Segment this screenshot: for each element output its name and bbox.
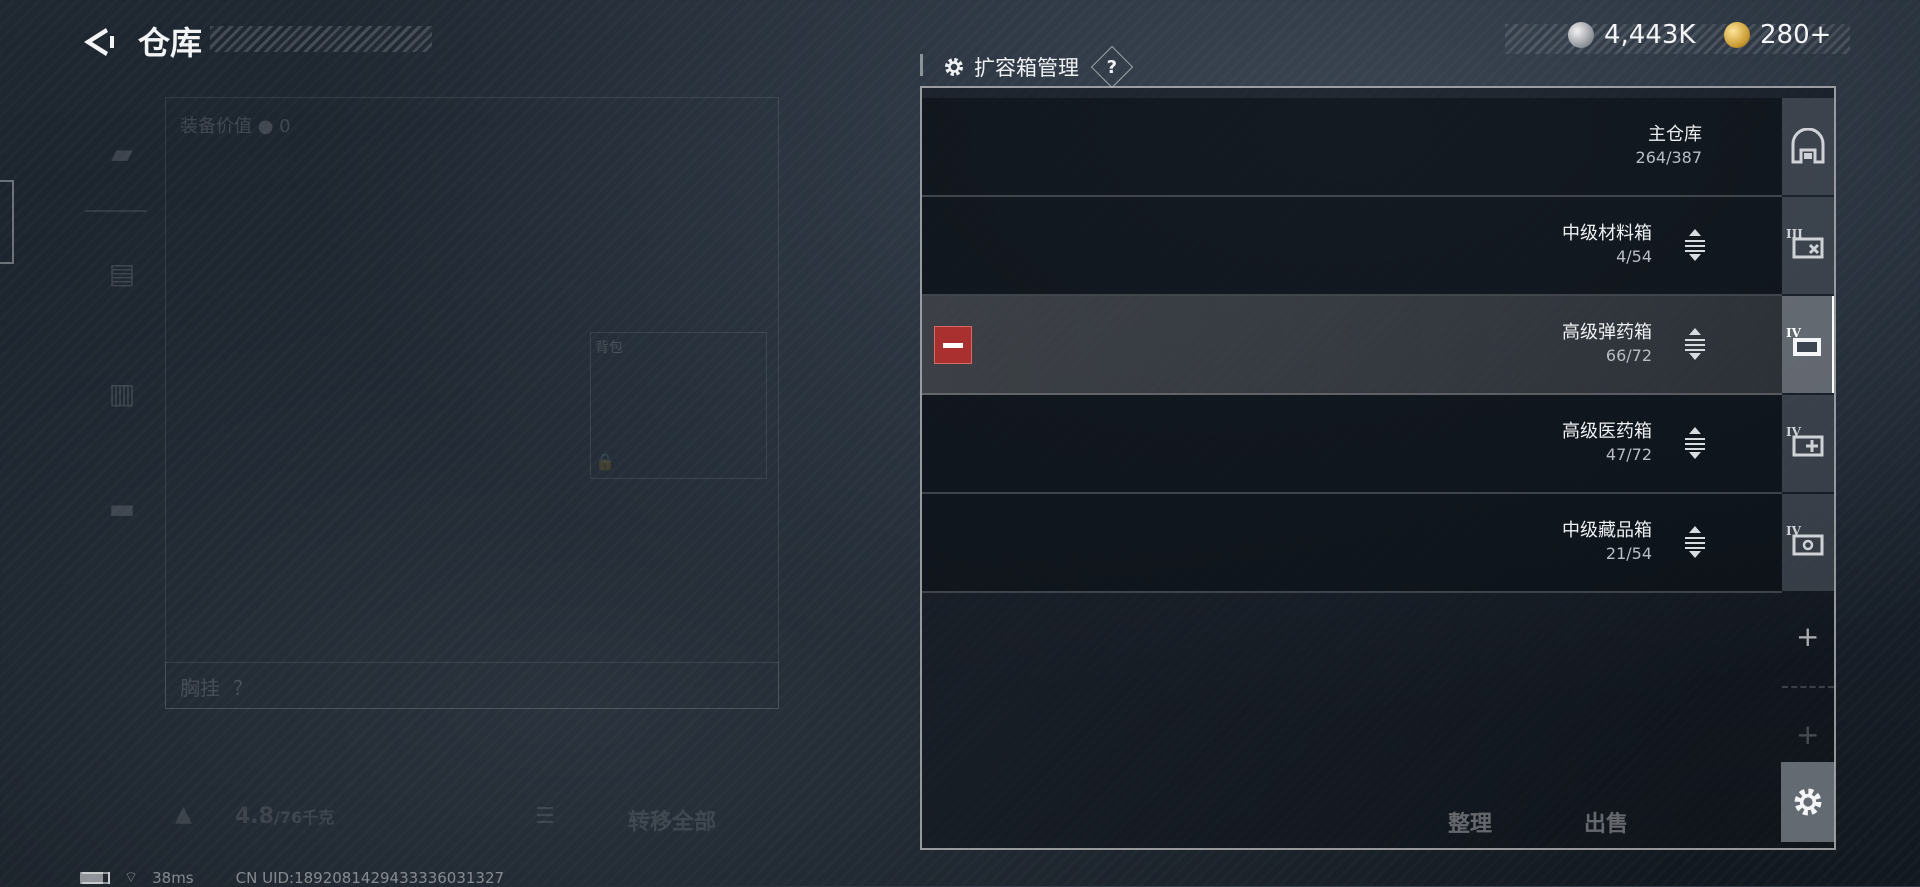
chest-rig-label: 胸挂 ? [180, 676, 244, 700]
sell-button[interactable]: 出售 [1584, 806, 1628, 838]
silver-currency: 4,443K [1568, 20, 1695, 50]
settings-button[interactable] [1781, 762, 1835, 842]
expansion-manager-title: 扩容箱管理 [974, 56, 1079, 80]
row-count: 21/54 [1605, 544, 1652, 563]
row-count: 66/72 [1605, 346, 1652, 365]
row-name: 高级弹药箱 [1562, 322, 1652, 343]
reorder-icon[interactable] [1683, 227, 1707, 263]
left-edge-handle[interactable] [0, 180, 14, 264]
sort-button[interactable]: 整理 [1448, 806, 1492, 838]
expansion-manager-header: 扩容箱管理 ? [942, 45, 1134, 89]
collectibles-box-icon[interactable]: IV [1782, 494, 1834, 591]
case-tab-icon[interactable]: ▬ [100, 492, 144, 536]
lock-icon: 🔒 [595, 452, 615, 471]
weapon-tab-icon[interactable]: ▰ [100, 137, 144, 181]
storage-row-material[interactable]: 中级材料箱 4/54 [922, 197, 1782, 296]
transfer-all-button[interactable]: 转移全部 [628, 804, 716, 836]
status-bar: ⌔ 38ms CN UID:1892081429433336031327 [80, 868, 504, 887]
remove-button[interactable] [934, 326, 972, 364]
medical-box-icon[interactable]: IV [1782, 395, 1834, 492]
row-count: 264/387 [1635, 148, 1702, 167]
gear-icon [945, 58, 963, 76]
row-name: 主仓库 [1648, 124, 1702, 145]
weight-readout: 4.8/76千克 [235, 804, 335, 829]
ping-value: 38ms [152, 868, 194, 887]
row-name: 中级藏品箱 [1562, 520, 1652, 541]
chest-rig-slot[interactable] [165, 662, 779, 709]
help-icon[interactable]: ? [1090, 45, 1134, 89]
back-icon[interactable] [78, 22, 118, 62]
section-marker [920, 54, 923, 76]
title-decoration [210, 26, 432, 52]
row-count: 47/72 [1605, 445, 1652, 464]
tab-divider [85, 210, 147, 212]
storage-row-collectibles[interactable]: 中级藏品箱 21/54 [922, 494, 1782, 593]
category-icon-column: III IV IV IV [1782, 88, 1834, 591]
storage-row-ammo[interactable]: 高级弹药箱 66/72 [922, 296, 1782, 395]
gold-coin-icon [1724, 22, 1750, 48]
backpack-label: 背包 [595, 340, 623, 356]
backpack-tab-icon[interactable]: ▥ [100, 377, 144, 421]
weight-icon: ▲ [175, 802, 192, 827]
equipment-panel: 装备价值 ● 0 ▰ ▤ ▥ ▬ 背包 🔒 胸挂 ? ▲ 4.8/76千克 ☰ … [80, 92, 780, 835]
silver-amount: 4,443K [1604, 20, 1696, 50]
wifi-icon: ⌔ [124, 868, 139, 886]
page-title: 仓库 [138, 24, 203, 62]
add-expansion-button-locked[interactable]: + [1796, 718, 1819, 751]
row-count: 4/54 [1616, 247, 1652, 266]
reorder-icon[interactable] [1683, 524, 1707, 560]
add-expansion-button[interactable]: + [1796, 620, 1819, 653]
equipment-value-label: 装备价值 ● 0 [180, 116, 291, 137]
list-icon: ☰ [535, 804, 555, 829]
storage-row-medical[interactable]: 高级医药箱 47/72 [922, 395, 1782, 494]
material-box-icon[interactable]: III [1782, 197, 1834, 294]
armor-tab-icon[interactable]: ▤ [100, 257, 144, 301]
dashed-divider [1782, 686, 1834, 688]
row-name: 中级材料箱 [1562, 223, 1652, 244]
reorder-icon[interactable] [1683, 326, 1707, 362]
gold-amount: 280+ [1760, 20, 1832, 50]
silver-coin-icon [1568, 22, 1594, 48]
gear-icon [1794, 788, 1822, 816]
storage-row-main[interactable]: 主仓库 264/387 [922, 98, 1782, 197]
battery-icon [80, 871, 110, 884]
main-storage-icon[interactable] [1782, 98, 1834, 195]
ammo-box-icon[interactable]: IV [1782, 296, 1834, 393]
reorder-icon[interactable] [1683, 425, 1707, 461]
row-name: 高级医药箱 [1562, 421, 1652, 442]
gold-currency[interactable]: 280+ [1724, 20, 1831, 50]
user-uid: CN UID:1892081429433336031327 [235, 868, 505, 887]
